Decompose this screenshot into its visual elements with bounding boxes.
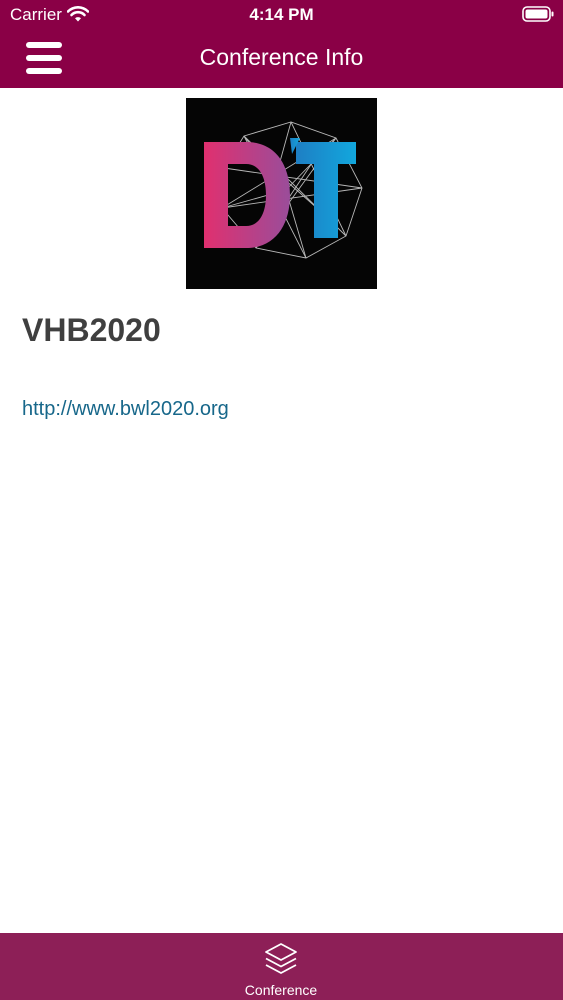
navigation-bar: Conference Info [0, 30, 563, 88]
status-bar: Carrier 4:14 PM [0, 0, 563, 30]
page-title: Conference Info [199, 44, 364, 70]
tab-bar: Conference [0, 933, 563, 1000]
top-bar: Carrier 4:14 PM Conference Info [0, 0, 563, 88]
conference-website-link[interactable]: http://www.bwl2020.org [22, 398, 229, 421]
status-time: 4:14 PM [249, 5, 314, 24]
tab-conference[interactable]: Conference [231, 933, 331, 1000]
tab-conference-label: Conference [244, 982, 318, 998]
layers-icon [265, 943, 297, 974]
battery-icon [522, 6, 554, 22]
conference-name: VHB2020 [22, 312, 161, 348]
conference-logo [186, 98, 377, 289]
